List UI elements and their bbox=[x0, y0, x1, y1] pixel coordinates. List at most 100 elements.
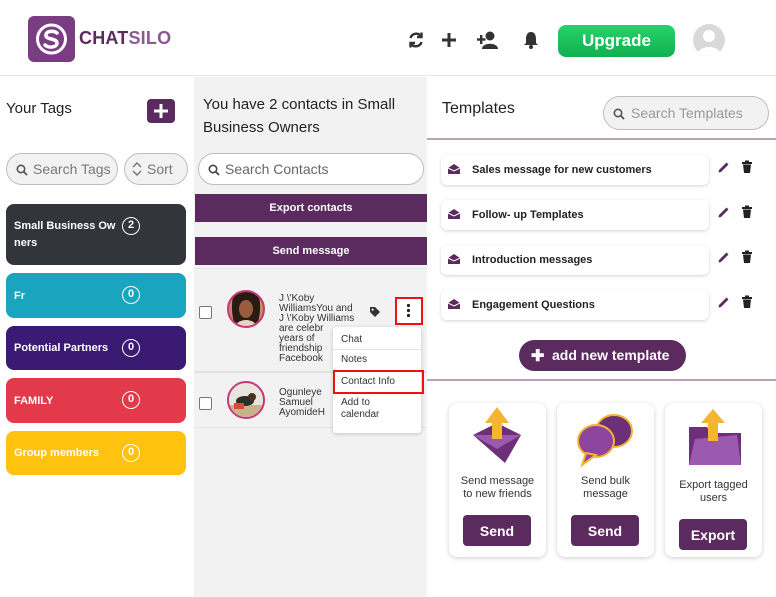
search-tags-placeholder: Search Tags bbox=[33, 161, 111, 177]
app-header: CHATSILO Upgrade bbox=[0, 0, 776, 76]
export-contacts-button[interactable]: Export contacts bbox=[195, 194, 427, 222]
action-card-export-tagged: Export tagged users Export bbox=[665, 403, 762, 557]
search-templates-placeholder: Search Templates bbox=[631, 105, 743, 121]
template-label: Sales message for new customers bbox=[472, 164, 652, 176]
search-tags-input[interactable]: Search Tags bbox=[6, 153, 118, 185]
action-description: to new friends bbox=[463, 488, 532, 500]
templates-panel: Templates Search Templates Sales message… bbox=[427, 77, 776, 597]
template-label: Introduction messages bbox=[472, 254, 593, 266]
action-description: Send bulk bbox=[581, 475, 630, 487]
menu-item-add-to-calendar[interactable]: Add to calendar bbox=[341, 397, 379, 421]
contact-menu-button[interactable] bbox=[395, 297, 423, 325]
search-icon bbox=[16, 164, 28, 176]
tag-count-badge: 0 bbox=[122, 286, 140, 304]
sort-label: Sort bbox=[147, 161, 173, 177]
edit-pencil-icon[interactable] bbox=[717, 205, 731, 219]
send-bulk-message-button[interactable]: Send bbox=[571, 515, 639, 546]
action-card-send-to-new-friends: Send message to new friends Send bbox=[449, 403, 546, 557]
tag-card-potential-partners[interactable]: Potential Partners 0 bbox=[6, 326, 186, 370]
search-icon bbox=[208, 164, 220, 176]
upgrade-button[interactable]: Upgrade bbox=[558, 25, 675, 57]
more-vertical-icon bbox=[406, 303, 411, 318]
search-contacts-placeholder: Search Contacts bbox=[225, 161, 329, 177]
refresh-icon[interactable] bbox=[406, 30, 426, 50]
tag-card-fr[interactable]: Fr 0 bbox=[6, 273, 186, 318]
menu-item-notes[interactable]: Notes bbox=[341, 354, 367, 366]
sort-button[interactable]: Sort bbox=[124, 153, 188, 185]
search-icon bbox=[613, 108, 625, 120]
edit-pencil-icon[interactable] bbox=[717, 160, 731, 174]
tag-count-badge: 0 bbox=[122, 391, 140, 409]
trash-icon[interactable] bbox=[741, 295, 753, 309]
action-card-send-bulk: Send bulk message Send bbox=[557, 403, 654, 557]
action-description: users bbox=[700, 492, 727, 504]
tag-name-continued: ners bbox=[14, 237, 38, 249]
trash-icon[interactable] bbox=[741, 160, 753, 174]
tags-title: Your Tags bbox=[6, 100, 72, 117]
logo-chat-text: CHAT bbox=[79, 28, 129, 48]
tag-card-small-business-owners[interactable]: Small Business Ow ners 2 bbox=[6, 204, 186, 265]
tag-name: Small Business Ow bbox=[14, 220, 116, 232]
add-template-label: add new template bbox=[552, 347, 670, 363]
plus-icon[interactable] bbox=[439, 30, 459, 50]
menu-item-line: calendar bbox=[341, 409, 380, 420]
sort-icon bbox=[132, 161, 142, 177]
tag-name: FAMILY bbox=[14, 395, 54, 407]
send-envelope-icon bbox=[473, 407, 521, 463]
trash-icon[interactable] bbox=[741, 250, 753, 264]
tag-name: Group members bbox=[14, 447, 99, 459]
envelope-open-icon bbox=[447, 209, 461, 219]
tag-card-group-members[interactable]: Group members 0 bbox=[6, 431, 186, 475]
tag-count-badge: 2 bbox=[122, 217, 140, 235]
templates-title: Templates bbox=[442, 100, 515, 117]
templates-divider bbox=[427, 138, 776, 140]
contact-info-highlight bbox=[333, 370, 424, 394]
contact-checkbox[interactable] bbox=[199, 397, 212, 410]
envelope-open-icon bbox=[447, 254, 461, 264]
tag-name: Potential Partners bbox=[14, 342, 109, 354]
contacts-title: You have 2 contacts in Small Business Ow… bbox=[203, 96, 396, 136]
template-label: Follow- up Templates bbox=[472, 209, 584, 221]
tag-icon[interactable] bbox=[369, 306, 381, 318]
action-description: Export tagged bbox=[679, 479, 748, 491]
edit-pencil-icon[interactable] bbox=[717, 250, 731, 264]
actions-divider bbox=[427, 379, 776, 381]
template-item[interactable]: Engagement Questions bbox=[441, 290, 709, 320]
tag-name: Fr bbox=[14, 290, 25, 302]
plus-icon: ✚ bbox=[531, 348, 545, 365]
contact-checkbox[interactable] bbox=[199, 306, 212, 319]
envelope-open-icon bbox=[447, 164, 461, 174]
logo-wordmark: CHATSILO bbox=[79, 28, 171, 49]
tags-panel: Your Tags Search Tags Sort Small Busines… bbox=[0, 77, 194, 597]
export-tagged-users-button[interactable]: Export bbox=[679, 519, 747, 550]
menu-item-line: Add to bbox=[341, 397, 370, 408]
tag-card-family[interactable]: FAMILY 0 bbox=[6, 378, 186, 423]
search-templates-input[interactable]: Search Templates bbox=[603, 96, 769, 130]
user-silhouette-icon bbox=[697, 30, 721, 56]
menu-item-chat[interactable]: Chat bbox=[341, 334, 362, 346]
send-message-button[interactable]: Send message bbox=[195, 237, 427, 265]
contact-avatar bbox=[227, 290, 265, 328]
add-user-icon[interactable] bbox=[477, 30, 500, 50]
action-description: Send message bbox=[460, 475, 535, 487]
search-contacts-input[interactable]: Search Contacts bbox=[198, 153, 424, 185]
export-folder-icon bbox=[689, 409, 741, 465]
template-item[interactable]: Follow- up Templates bbox=[441, 200, 709, 230]
template-item[interactable]: Sales message for new customers bbox=[441, 155, 709, 185]
send-to-new-friends-button[interactable]: Send bbox=[463, 515, 531, 546]
add-tag-button[interactable] bbox=[147, 99, 175, 123]
contact-photo-icon bbox=[229, 292, 263, 326]
tag-count-badge: 0 bbox=[122, 444, 140, 462]
plus-icon bbox=[154, 104, 168, 118]
envelope-open-icon bbox=[447, 299, 461, 309]
template-item[interactable]: Introduction messages bbox=[441, 245, 709, 275]
edit-pencil-icon[interactable] bbox=[717, 295, 731, 309]
add-new-template-button[interactable]: ✚ add new template bbox=[519, 340, 686, 371]
user-avatar[interactable] bbox=[693, 24, 725, 56]
chatsilo-logo-icon bbox=[28, 16, 75, 62]
bell-icon[interactable] bbox=[521, 30, 541, 50]
menu-separator bbox=[333, 349, 421, 350]
tag-count-badge: 0 bbox=[122, 339, 140, 357]
trash-icon[interactable] bbox=[741, 205, 753, 219]
contact-avatar bbox=[227, 381, 265, 419]
